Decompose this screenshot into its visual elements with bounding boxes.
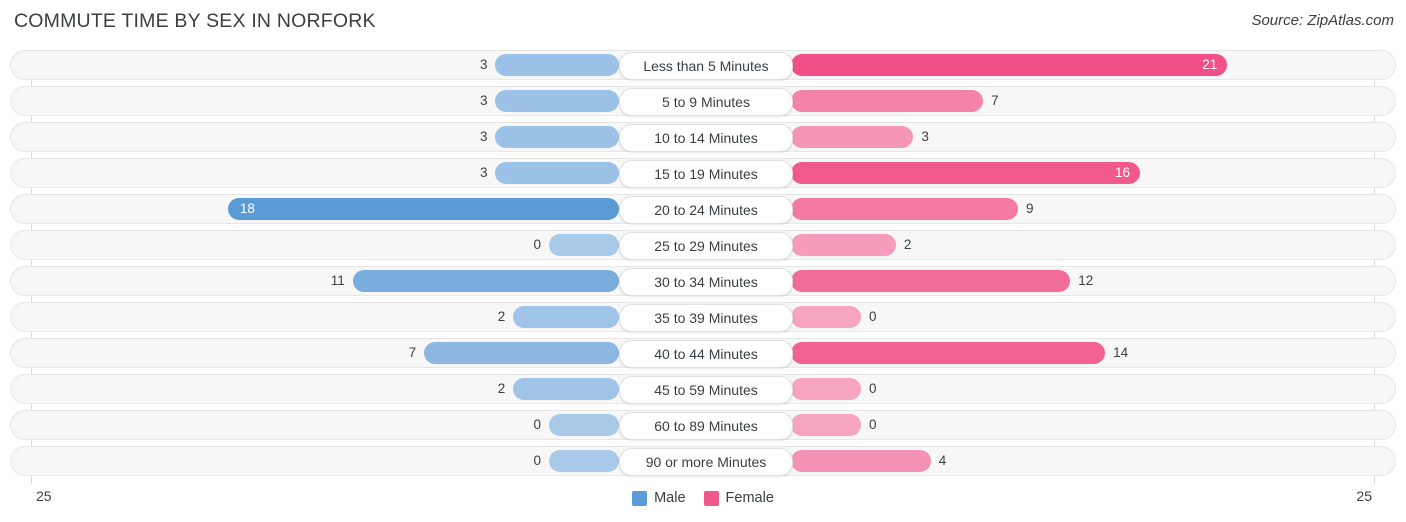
chart-plot-area: 3 21 Less than 5 Minutes 3 7 5 to 9 Minutes 3 3… [0,50,1406,484]
category-label: 30 to 34 Minutes [619,268,793,296]
bar-value-male: 2 [497,381,506,396]
bar-value-female: 14 [1113,345,1129,360]
bar-value-female: 0 [869,381,877,396]
bar-female[interactable] [791,90,984,112]
bar-male[interactable] [549,234,619,256]
legend-item-female[interactable]: Female [703,490,774,506]
bar-value-male: 2 [497,309,506,324]
chart-row[interactable]: 7 14 40 to 44 Minutes [10,338,1396,368]
category-label: 90 or more Minutes [619,448,793,476]
category-label: 10 to 14 Minutes [619,124,793,152]
bar-female[interactable] [791,162,1141,184]
legend-swatch-female [703,490,719,506]
chart-row[interactable]: 0 0 60 to 89 Minutes [10,410,1396,440]
category-label: 5 to 9 Minutes [619,88,793,116]
category-label: 25 to 29 Minutes [619,232,793,260]
bar-value-female: 2 [903,237,912,252]
chart-row[interactable]: 3 3 10 to 14 Minutes [10,122,1396,152]
bar-male[interactable] [495,126,619,148]
bar-male[interactable] [513,378,619,400]
category-label: 45 to 59 Minutes [619,376,793,404]
bar-value-male: 3 [479,129,488,144]
bar-value-male: 3 [479,93,488,108]
bar-male[interactable] [495,162,619,184]
bar-value-male: 3 [479,57,488,72]
category-label: 60 to 89 Minutes [619,412,793,440]
bar-value-female: 7 [991,93,999,108]
category-label: 35 to 39 Minutes [619,304,793,332]
bar-value-female: 0 [869,309,877,324]
chart-row[interactable]: 11 12 30 to 34 Minutes [10,266,1396,296]
bar-male[interactable] [227,198,619,220]
bar-female[interactable] [791,378,861,400]
bar-male[interactable] [424,342,619,364]
bar-female[interactable] [791,414,861,436]
chart-row[interactable]: 3 16 15 to 19 Minutes [10,158,1396,188]
bar-value-male: 11 [330,273,345,288]
category-label: 15 to 19 Minutes [619,160,793,188]
bar-value-female: 12 [1078,273,1094,288]
bar-male[interactable] [352,270,619,292]
bar-female[interactable] [791,198,1018,220]
legend-label-female: Female [725,490,774,506]
bar-value-female: 0 [869,417,877,432]
bar-value-male: 0 [533,417,541,432]
bar-female[interactable] [791,342,1106,364]
bar-value-male: 7 [408,345,417,360]
chart-footer: 25 25 Male Female [0,484,1406,522]
chart-legend: Male Female [0,490,1406,506]
chart-row[interactable]: 2 0 35 to 39 Minutes [10,302,1396,332]
chart-row[interactable]: 0 2 25 to 29 Minutes [10,230,1396,260]
bar-female[interactable] [791,306,861,328]
bar-value-female: 9 [1025,201,1034,216]
chart-row[interactable]: 3 7 5 to 9 Minutes [10,86,1396,116]
chart-row[interactable]: 18 9 20 to 24 Minutes [10,194,1396,224]
category-label: 20 to 24 Minutes [619,196,793,224]
bar-value-female: 4 [938,453,947,468]
bar-value-male: 3 [479,165,488,180]
bar-male[interactable] [549,414,619,436]
legend-item-male[interactable]: Male [632,490,686,506]
page-title: COMMUTE TIME BY SEX IN NORFORK [14,10,376,32]
category-label: Less than 5 Minutes [619,52,793,80]
bar-female[interactable] [791,234,896,256]
bar-value-male: 0 [533,237,541,252]
bar-female[interactable] [791,270,1071,292]
bar-male[interactable] [549,450,619,472]
bar-male[interactable] [495,54,619,76]
bar-female[interactable] [791,450,931,472]
category-label: 40 to 44 Minutes [619,340,793,368]
bar-value-male: 18 [239,201,255,216]
chart-row[interactable]: 2 0 45 to 59 Minutes [10,374,1396,404]
bar-male[interactable] [495,90,619,112]
bar-value-female: 3 [921,129,929,144]
legend-label-male: Male [654,490,686,506]
bar-female[interactable] [791,126,914,148]
bar-female[interactable] [791,54,1228,76]
bar-value-male: 0 [533,453,541,468]
bar-male[interactable] [513,306,619,328]
source-attribution: Source: ZipAtlas.com [1251,12,1394,29]
chart-row[interactable]: 0 4 90 or more Minutes [10,446,1396,476]
bar-value-female: 16 [1115,165,1131,180]
bar-value-female: 21 [1202,57,1218,72]
chart-row[interactable]: 3 21 Less than 5 Minutes [10,50,1396,80]
legend-swatch-male [632,490,648,506]
